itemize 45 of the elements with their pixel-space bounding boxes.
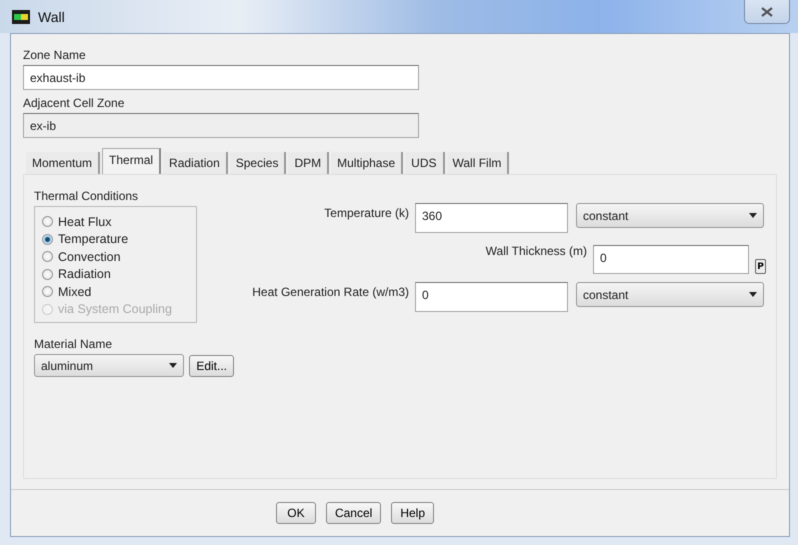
tab[interactable]: UDS bbox=[405, 152, 444, 174]
method-dropdown[interactable]: constant bbox=[576, 282, 764, 307]
field-label: Wall Thickness (m) bbox=[486, 243, 587, 258]
tab[interactable]: Multiphase bbox=[331, 152, 404, 174]
tab[interactable]: Radiation bbox=[163, 152, 228, 174]
close-button[interactable] bbox=[744, 0, 790, 24]
radio-button[interactable] bbox=[42, 216, 53, 228]
edit-button[interactable]: Edit... bbox=[189, 354, 234, 376]
radio-option[interactable]: Mixed bbox=[42, 283, 196, 300]
dialog-button[interactable]: OK bbox=[276, 502, 316, 524]
radio-option[interactable]: Convection bbox=[42, 248, 196, 266]
field-label: Adjacent Cell Zone bbox=[23, 96, 126, 110]
radio-button[interactable] bbox=[42, 268, 53, 280]
caret-icon bbox=[749, 292, 757, 297]
method-dropdown[interactable]: constant bbox=[576, 203, 764, 228]
field-label: Temperature (k) bbox=[324, 205, 409, 220]
dialog-button[interactable]: Help bbox=[391, 502, 434, 524]
window-title: Wall bbox=[38, 8, 65, 24]
group-title: Thermal Conditions bbox=[34, 189, 140, 203]
zone-name-field[interactable]: exhaust-ib bbox=[23, 65, 419, 90]
caret-icon bbox=[749, 213, 757, 218]
value-field[interactable]: 0 bbox=[593, 245, 749, 274]
field-label: Heat Generation Rate (w/m3) bbox=[252, 284, 409, 299]
tab[interactable]: Momentum bbox=[26, 152, 100, 174]
field-label: Zone Name bbox=[23, 48, 87, 62]
parameter-button[interactable]: P bbox=[755, 259, 766, 274]
radio-button[interactable] bbox=[42, 234, 53, 245]
app-icon bbox=[12, 10, 30, 24]
radio-button[interactable] bbox=[42, 286, 53, 298]
radio-option[interactable]: Radiation bbox=[42, 266, 196, 283]
material-dropdown[interactable]: aluminum bbox=[34, 354, 184, 377]
field-label: Material Name bbox=[34, 337, 114, 351]
tab[interactable]: Wall Film bbox=[446, 152, 510, 174]
tab[interactable]: Species bbox=[230, 152, 286, 174]
radio-option[interactable]: Temperature bbox=[42, 230, 196, 248]
radio-option[interactable]: Heat Flux bbox=[42, 213, 196, 230]
dialog-button[interactable]: Cancel bbox=[326, 502, 382, 524]
radio-button[interactable] bbox=[42, 251, 53, 262]
tab[interactable]: DPM bbox=[288, 152, 330, 174]
value-field[interactable]: 0 bbox=[415, 282, 568, 312]
caret-icon bbox=[169, 363, 178, 368]
close-icon bbox=[761, 6, 773, 16]
value-field[interactable]: 360 bbox=[415, 203, 568, 233]
adjacent-zone-field: ex-ib bbox=[23, 113, 419, 138]
tab[interactable]: Thermal bbox=[102, 148, 162, 174]
